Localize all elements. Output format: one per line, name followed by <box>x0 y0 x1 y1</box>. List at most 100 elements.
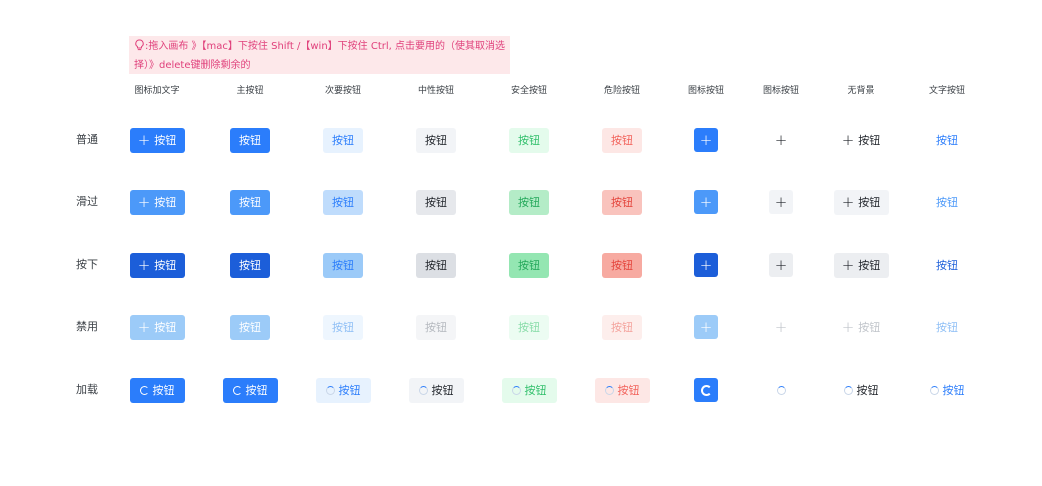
neutral-button-disabled[interactable]: 按钮 <box>416 314 456 340</box>
loading-spinner-icon <box>700 384 712 396</box>
button-label: 按钮 <box>239 259 261 272</box>
plus-icon: + <box>841 255 855 274</box>
safe-button-hover[interactable]: 按钮 <box>509 189 549 215</box>
no-bg-button-active[interactable]: + 按钮 <box>833 252 889 278</box>
icon-button-hover[interactable]: + <box>694 190 718 214</box>
row-label-disabled: 禁用 <box>76 320 98 333</box>
text-button-active[interactable]: 按钮 <box>927 253 967 278</box>
button-label: 按钮 <box>936 321 958 334</box>
button-label: 按钮 <box>936 196 958 209</box>
button-label: 按钮 <box>611 259 633 272</box>
button-label: 按钮 <box>338 384 361 397</box>
secondary-button-hover[interactable]: 按钮 <box>323 189 363 215</box>
plus-icon: + <box>699 317 713 336</box>
safe-button-loading[interactable]: 按钮 <box>501 377 557 403</box>
column-header: 主按钮 <box>236 86 264 96</box>
icon-text-button-loading[interactable]: 按钮 <box>129 377 185 403</box>
lightbulb-icon <box>134 39 145 57</box>
danger-button-disabled[interactable]: 按钮 <box>602 314 642 340</box>
plus-icon: + <box>841 317 855 336</box>
button-label: 按钮 <box>425 196 447 209</box>
text-button-normal[interactable]: 按钮 <box>927 128 967 153</box>
icon-text-button-hover[interactable]: + 按钮 <box>129 189 185 215</box>
instruction-text: :拖入画布 》【mac】下按住 Shift /【win】下按住 Ctrl, 点击… <box>134 41 505 71</box>
icon-ghost-button-normal[interactable]: + <box>769 128 793 152</box>
button-label: 按钮 <box>617 384 640 397</box>
plus-icon: + <box>699 192 713 211</box>
button-label: 按钮 <box>425 321 447 334</box>
neutral-button-loading[interactable]: 按钮 <box>408 377 464 403</box>
text-button-disabled[interactable]: 按钮 <box>927 315 967 340</box>
icon-button-loading[interactable] <box>694 378 718 402</box>
column-header: 图标加文字 <box>134 86 180 96</box>
secondary-button-disabled[interactable]: 按钮 <box>323 314 363 340</box>
loading-spinner-icon <box>511 385 521 395</box>
plus-icon: + <box>137 317 151 336</box>
button-label: 按钮 <box>518 134 540 147</box>
icon-ghost-button-hover[interactable]: + <box>769 190 793 214</box>
safe-button-active[interactable]: 按钮 <box>509 252 549 278</box>
primary-button-normal[interactable]: 按钮 <box>230 127 270 153</box>
neutral-button-normal[interactable]: 按钮 <box>416 127 456 153</box>
text-button-loading[interactable]: 按钮 <box>923 378 971 403</box>
plus-icon: + <box>774 192 788 211</box>
button-label: 按钮 <box>239 196 261 209</box>
icon-text-button-disabled[interactable]: + 按钮 <box>129 314 185 340</box>
loading-spinner-icon <box>232 385 242 395</box>
button-label: 按钮 <box>332 321 354 334</box>
plus-icon: + <box>774 130 788 149</box>
secondary-button-loading[interactable]: 按钮 <box>315 377 371 403</box>
primary-button-active[interactable]: 按钮 <box>230 252 270 278</box>
primary-button-hover[interactable]: 按钮 <box>230 189 270 215</box>
neutral-button-active[interactable]: 按钮 <box>416 252 456 278</box>
button-label: 按钮 <box>856 384 879 397</box>
column-header: 无背景 <box>847 86 875 96</box>
loading-spinner-icon <box>929 385 939 395</box>
button-label: 按钮 <box>858 321 881 334</box>
button-label: 按钮 <box>239 321 261 334</box>
danger-button-hover[interactable]: 按钮 <box>602 189 642 215</box>
danger-button-loading[interactable]: 按钮 <box>594 377 650 403</box>
primary-button-loading[interactable]: 按钮 <box>222 377 278 403</box>
icon-button-active[interactable]: + <box>694 253 718 277</box>
button-label: 按钮 <box>154 259 177 272</box>
icon-button-disabled[interactable]: + <box>694 315 718 339</box>
safe-button-disabled[interactable]: 按钮 <box>509 314 549 340</box>
column-header: 文字按钮 <box>928 86 965 96</box>
icon-ghost-button-active[interactable]: + <box>769 253 793 277</box>
plus-icon: + <box>841 130 855 149</box>
plus-icon: + <box>699 255 713 274</box>
plus-icon: + <box>137 130 151 149</box>
button-label: 按钮 <box>425 259 447 272</box>
icon-ghost-button-loading[interactable] <box>769 378 793 402</box>
button-label: 按钮 <box>858 134 881 147</box>
primary-button-disabled[interactable]: 按钮 <box>230 314 270 340</box>
button-label: 按钮 <box>154 321 177 334</box>
icon-text-button-active[interactable]: + 按钮 <box>129 252 185 278</box>
loading-spinner-icon <box>139 385 149 395</box>
danger-button-normal[interactable]: 按钮 <box>602 127 642 153</box>
no-bg-button-hover[interactable]: + 按钮 <box>833 189 889 215</box>
button-label: 按钮 <box>611 134 633 147</box>
icon-button-normal[interactable]: + <box>694 128 718 152</box>
secondary-button-active[interactable]: 按钮 <box>323 252 363 278</box>
button-label: 按钮 <box>611 321 633 334</box>
icon-text-button-normal[interactable]: + 按钮 <box>129 127 185 153</box>
column-header: 中性按钮 <box>417 86 454 96</box>
row-label-normal: 普通 <box>76 133 98 146</box>
no-bg-button-loading[interactable]: 按钮 <box>834 378 889 403</box>
button-label: 按钮 <box>154 134 177 147</box>
safe-button-normal[interactable]: 按钮 <box>509 127 549 153</box>
danger-button-active[interactable]: 按钮 <box>602 252 642 278</box>
text-button-hover[interactable]: 按钮 <box>927 190 967 215</box>
no-bg-button-disabled[interactable]: + 按钮 <box>834 315 889 340</box>
loading-spinner-icon <box>325 385 335 395</box>
plus-icon: + <box>774 255 788 274</box>
button-label: 按钮 <box>942 384 965 397</box>
button-label: 按钮 <box>518 196 540 209</box>
neutral-button-hover[interactable]: 按钮 <box>416 189 456 215</box>
no-bg-button-normal[interactable]: + 按钮 <box>834 128 889 153</box>
column-header: 安全按钮 <box>510 86 547 96</box>
secondary-button-normal[interactable]: 按钮 <box>323 127 363 153</box>
icon-ghost-button-disabled[interactable]: + <box>769 315 793 339</box>
